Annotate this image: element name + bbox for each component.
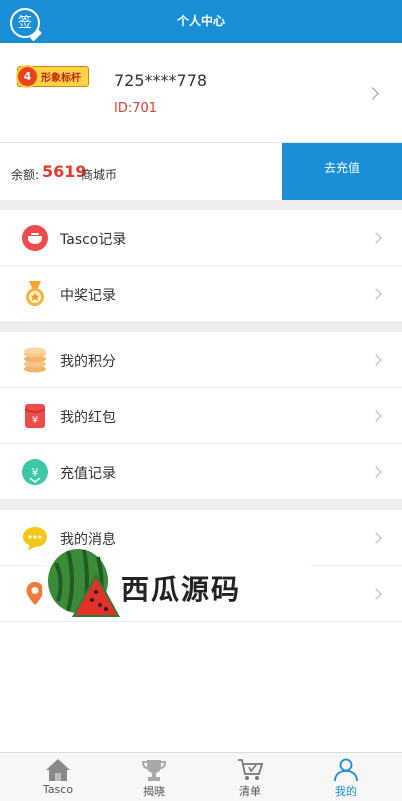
page-title: 个人中心 bbox=[176, 14, 225, 28]
section-divider bbox=[0, 200, 402, 210]
tab-reveal[interactable]: 揭晓 bbox=[104, 752, 204, 801]
recharge-button[interactable]: 去充值 bbox=[282, 143, 402, 200]
menu-item-label: Tasco记录 bbox=[60, 232, 127, 248]
section-divider bbox=[0, 322, 402, 332]
home-icon bbox=[46, 759, 70, 781]
level-badge: 4 形象标杆 bbox=[16, 65, 89, 88]
menu-item-label: 我的积分 bbox=[60, 354, 116, 370]
badge-level: 4 bbox=[16, 65, 39, 88]
svg-text:¥: ¥ bbox=[32, 415, 38, 426]
user-id: ID:701 bbox=[114, 101, 158, 116]
user-icon bbox=[334, 758, 358, 782]
menu-item-points[interactable]: 我的积分 bbox=[0, 332, 402, 388]
menu-item-tasco-records[interactable]: Tasco记录 bbox=[0, 210, 402, 266]
chevron-right-icon bbox=[370, 288, 382, 300]
chevron-right-icon bbox=[370, 232, 382, 244]
profile-card[interactable] bbox=[0, 43, 402, 143]
chevron-right-icon bbox=[370, 466, 382, 478]
badge-text: 形象标杆 bbox=[41, 73, 81, 84]
pot-icon bbox=[22, 225, 48, 251]
menu-item-prize-records[interactable]: 中奖记录 bbox=[0, 266, 402, 322]
coins-icon bbox=[24, 347, 46, 373]
menu-item-label: 充值记录 bbox=[60, 466, 116, 482]
username: 725****778 bbox=[114, 71, 208, 90]
medal-icon bbox=[26, 281, 44, 306]
menu-item-recharge-records[interactable]: ¥ 充值记录 bbox=[0, 444, 402, 500]
cart-icon bbox=[238, 759, 263, 780]
header-bar: 签 个人中心 bbox=[0, 0, 402, 43]
tab-label: 揭晓 bbox=[143, 785, 165, 798]
tab-label: 清单 bbox=[239, 785, 261, 798]
balance-value: 5619 bbox=[42, 162, 87, 181]
section-divider bbox=[0, 500, 402, 510]
trophy-icon bbox=[141, 760, 167, 781]
tab-list[interactable]: 清单 bbox=[200, 752, 300, 801]
red-envelope-icon: ¥ bbox=[24, 404, 46, 428]
chevron-right-icon bbox=[370, 354, 382, 366]
tab-label: 我的 bbox=[335, 785, 357, 798]
watermark-text: 西瓜源码 bbox=[121, 573, 242, 606]
watermelon-icon bbox=[48, 549, 120, 617]
recharge-icon: ¥ bbox=[22, 459, 48, 485]
menu-item-label: 中奖记录 bbox=[60, 288, 116, 304]
tab-tasco[interactable]: Tasco bbox=[8, 752, 108, 801]
balance-label: 余额: bbox=[11, 168, 40, 182]
chevron-right-icon bbox=[370, 410, 382, 422]
tab-label: Tasco bbox=[42, 783, 74, 796]
menu-item-label: 我的红包 bbox=[60, 410, 116, 426]
menu-item-red-envelope[interactable]: ¥ 我的红包 bbox=[0, 388, 402, 444]
balance-unit: 商城币 bbox=[81, 168, 118, 182]
svg-text:¥: ¥ bbox=[32, 466, 39, 479]
chevron-right-icon bbox=[370, 588, 382, 600]
tab-mine[interactable]: 我的 bbox=[296, 752, 396, 801]
chevron-right-icon bbox=[370, 532, 382, 544]
